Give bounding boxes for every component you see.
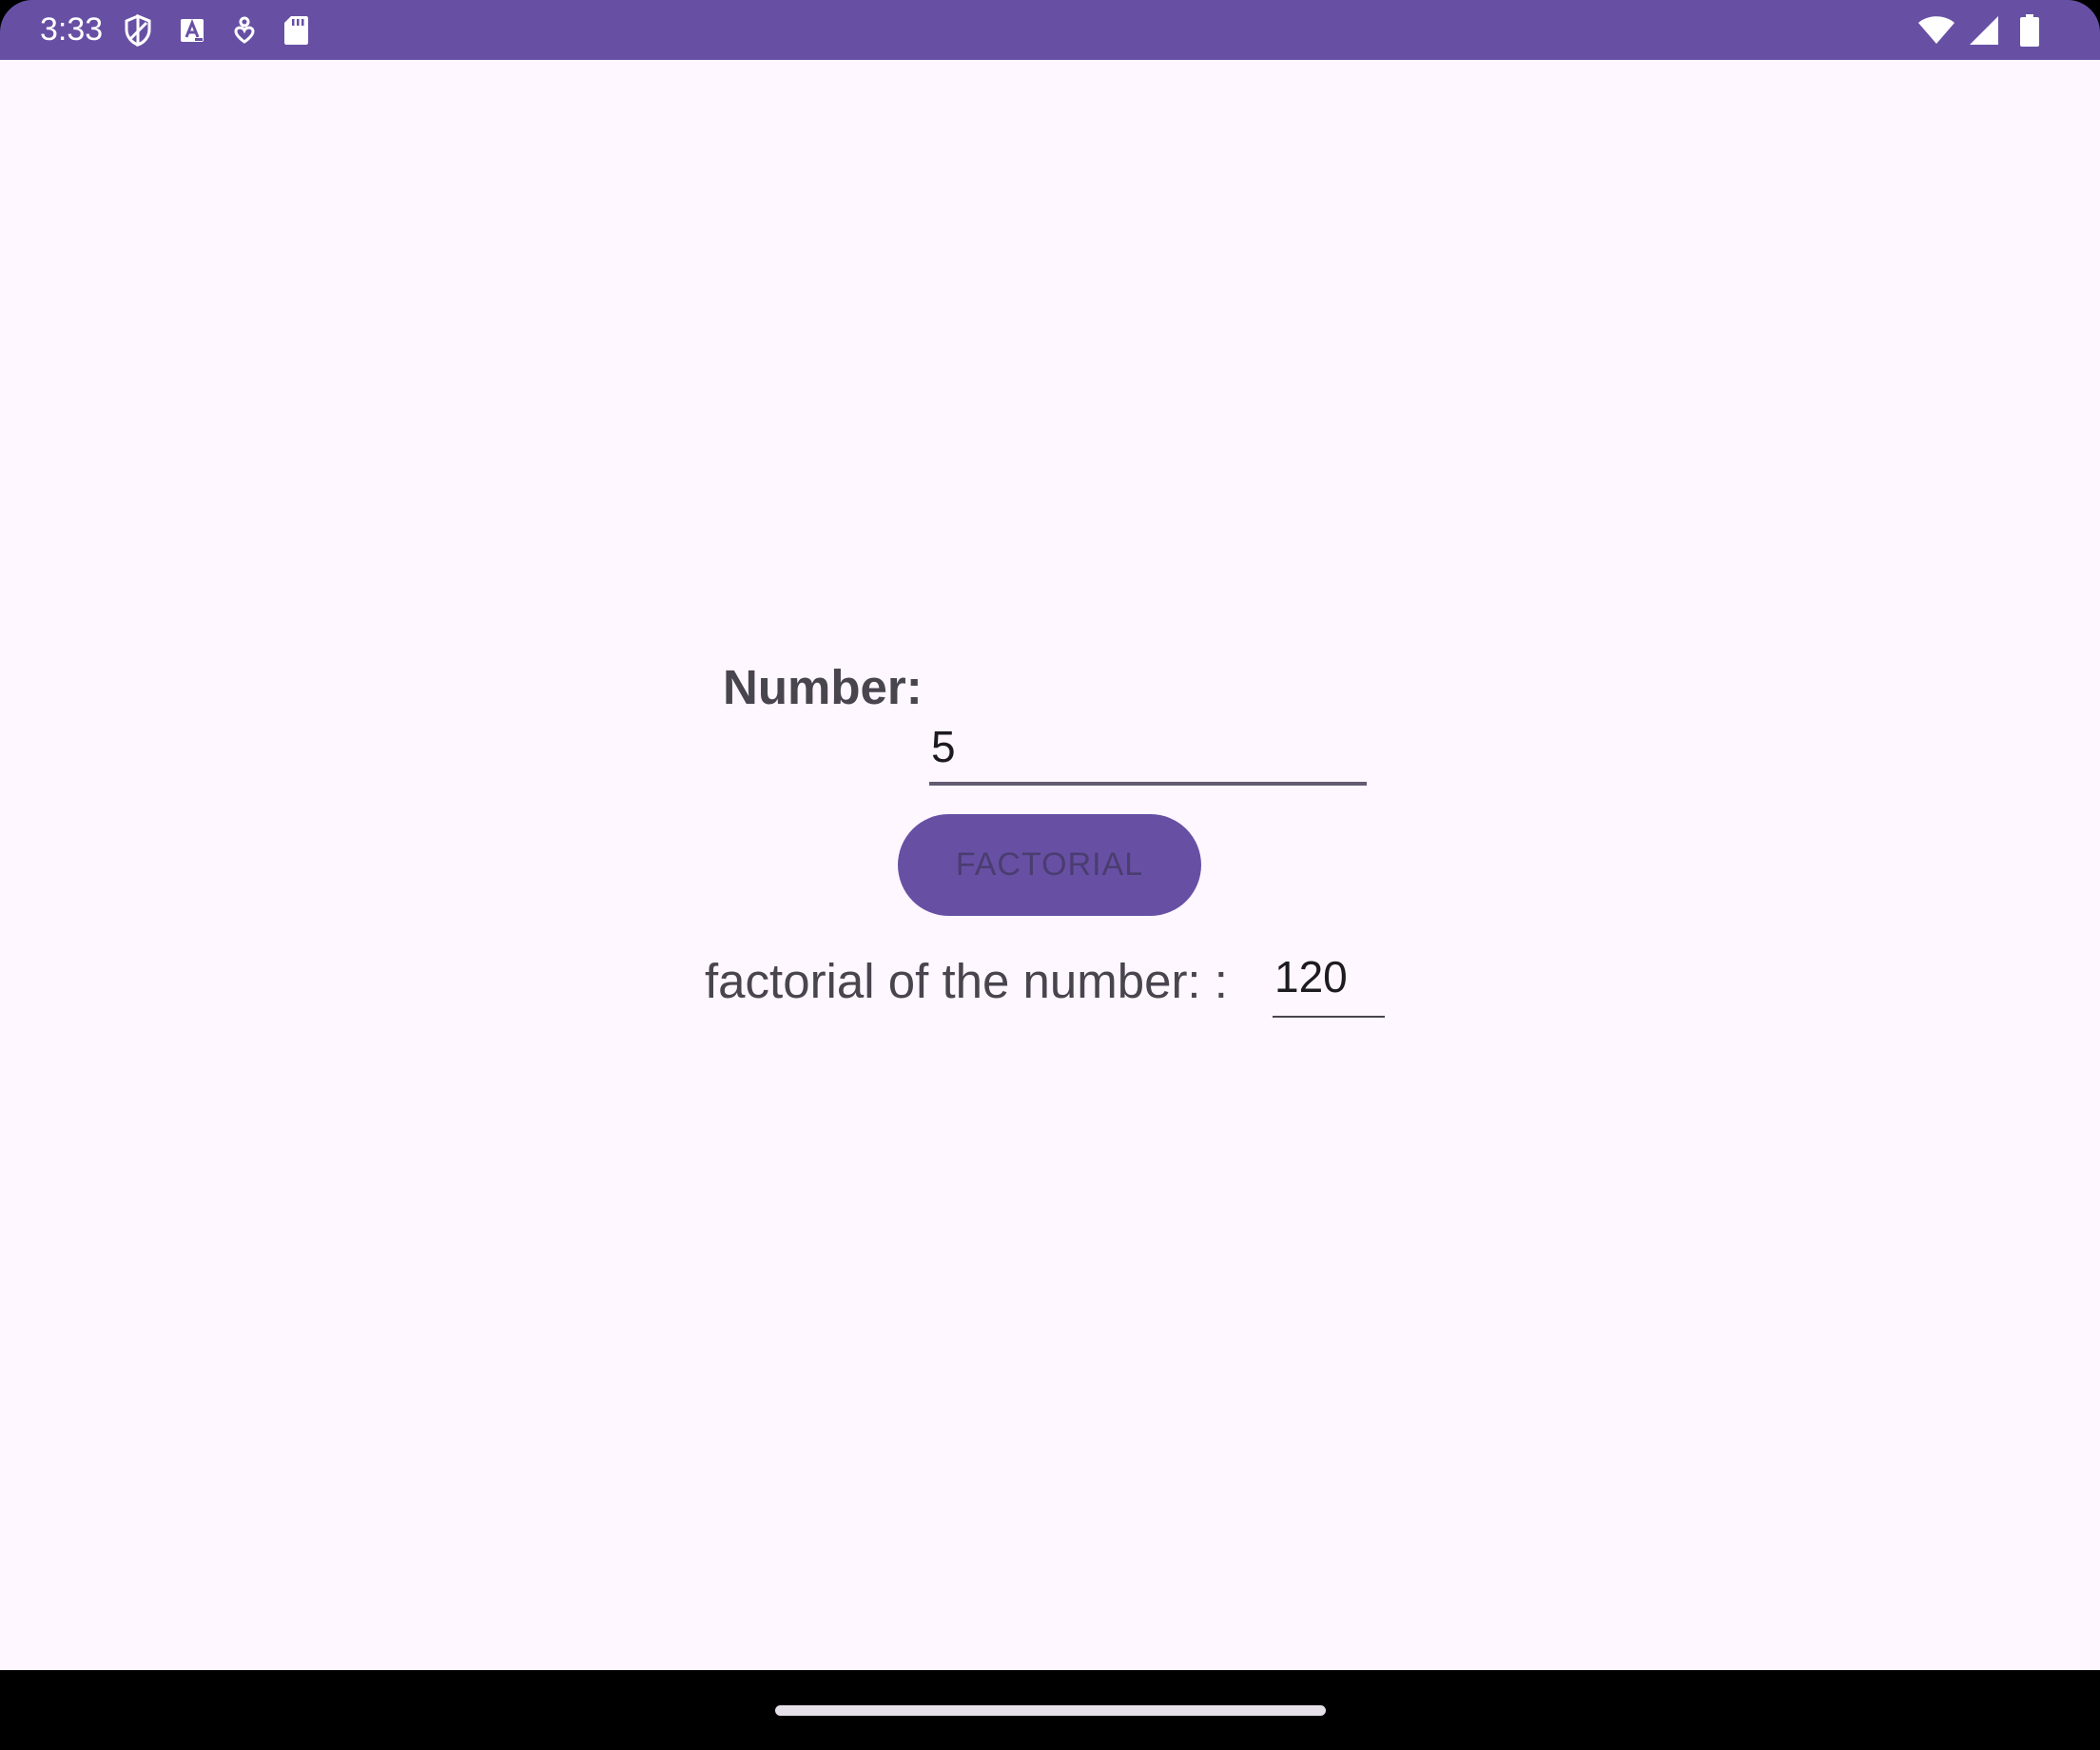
status-time: 3:33 xyxy=(40,11,104,48)
number-input-value: 5 xyxy=(931,722,956,771)
result-label: factorial of the number: : xyxy=(705,954,1228,1008)
factorial-button[interactable]: FACTORIAL xyxy=(898,814,1201,916)
factorial-button-label: FACTORIAL xyxy=(955,846,1144,883)
cellular-signal-icon xyxy=(1969,15,1999,46)
number-label: Number: xyxy=(723,660,923,714)
text-a-icon xyxy=(179,17,205,44)
sd-card-icon xyxy=(283,15,309,46)
result-output: 120 xyxy=(1273,947,1385,1018)
battery-icon xyxy=(2020,13,2039,47)
status-right-group xyxy=(1917,0,2039,60)
status-bar: 3:33 xyxy=(0,0,2100,60)
wifi-icon xyxy=(1917,15,1955,46)
shield-icon xyxy=(124,13,152,47)
location-heart-icon xyxy=(232,16,257,45)
device-screen: 3:33 Number: 5 FACTORIAL factorial of th… xyxy=(0,0,2100,1750)
number-input[interactable]: 5 xyxy=(929,656,1367,786)
status-left-group: 3:33 xyxy=(40,0,309,60)
home-gesture-handle[interactable] xyxy=(775,1705,1326,1716)
result-value: 120 xyxy=(1274,952,1348,1001)
navigation-bar xyxy=(0,1670,2100,1750)
